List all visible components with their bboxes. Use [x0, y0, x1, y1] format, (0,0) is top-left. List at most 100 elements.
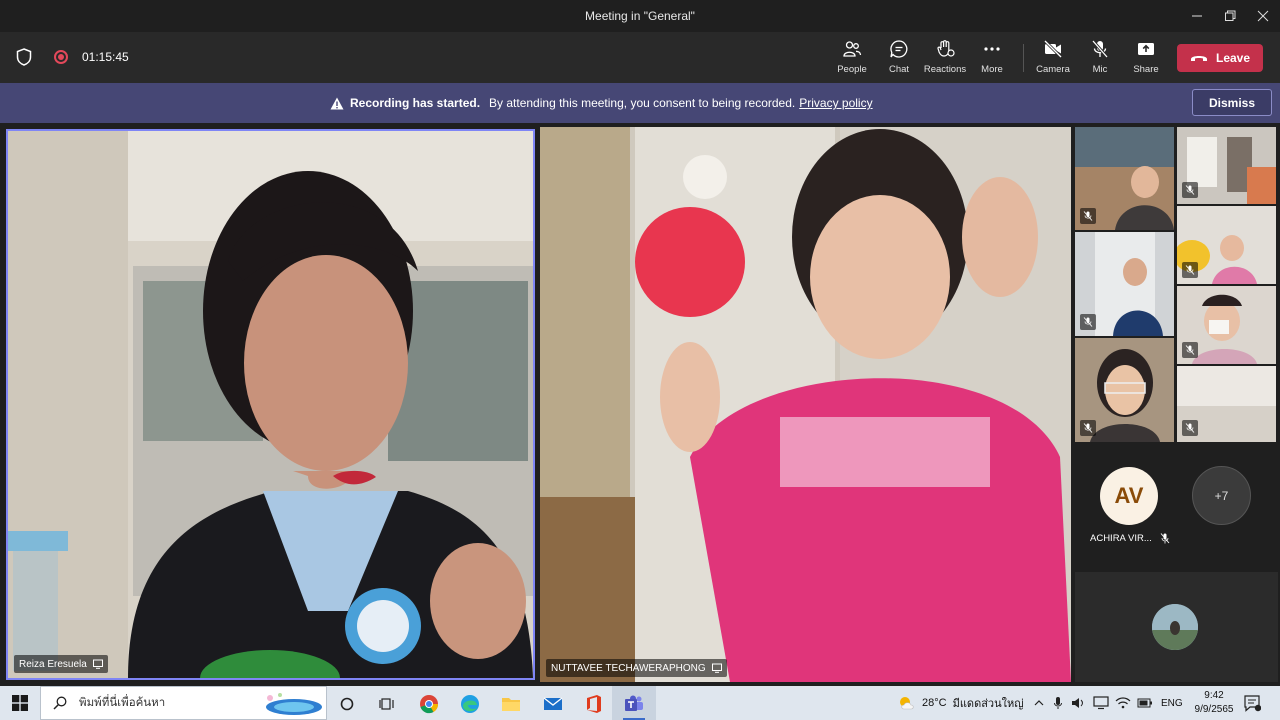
- teams-app[interactable]: [617, 690, 651, 720]
- volume-icon[interactable]: [1071, 696, 1087, 710]
- cortana-button[interactable]: [330, 690, 364, 718]
- muted-indicator: [1182, 342, 1198, 358]
- participant-avatar[interactable]: AV: [1100, 467, 1158, 525]
- reactions-label: Reactions: [923, 64, 967, 75]
- participant-name: Reiza Eresuela: [19, 658, 87, 670]
- edge-icon: [461, 695, 479, 713]
- muted-indicator: [1182, 420, 1198, 436]
- camera-off-icon: [1043, 39, 1063, 59]
- meeting-toolbar: 01:15:45 People Chat Reactions More Came…: [0, 32, 1280, 83]
- screen-icon: [92, 659, 103, 669]
- windows-logo-icon: [12, 695, 28, 711]
- dismiss-button[interactable]: Dismiss: [1192, 89, 1272, 116]
- more-icon: [984, 47, 1000, 51]
- share-button[interactable]: Share: [1121, 39, 1171, 79]
- battery-icon[interactable]: [1137, 697, 1153, 709]
- mic-off-icon: [1091, 40, 1109, 58]
- self-avatar[interactable]: [1152, 604, 1198, 650]
- gallery-video-tile[interactable]: [1177, 127, 1276, 204]
- taskbar-search[interactable]: พิมพ์ที่นี่เพื่อค้นหา: [40, 686, 327, 720]
- mic-off-icon: [1083, 423, 1093, 433]
- clock-time: 9:42: [1204, 690, 1224, 701]
- microphone-icon[interactable]: [1053, 696, 1063, 710]
- gallery-video-tile[interactable]: [1075, 232, 1174, 336]
- maximize-button[interactable]: [1213, 0, 1247, 32]
- edge-app[interactable]: [453, 690, 487, 718]
- privacy-policy-link[interactable]: Privacy policy: [799, 96, 872, 110]
- start-button[interactable]: [0, 686, 40, 720]
- more-button[interactable]: More: [967, 39, 1017, 79]
- task-view-button[interactable]: [370, 690, 404, 718]
- clock-date: 9/9/2565: [1194, 704, 1234, 715]
- more-participants-button[interactable]: +7: [1192, 466, 1251, 525]
- participant-name: NUTTAVEE TECHAWERAPHONG: [551, 662, 706, 674]
- participant-video: [8, 131, 533, 678]
- system-tray: ENG: [1033, 686, 1183, 720]
- task-view-icon: [379, 698, 394, 710]
- title-bar: Meeting in "General": [0, 0, 1280, 32]
- muted-indicator: [1080, 420, 1096, 436]
- recording-icon: [54, 50, 68, 64]
- camera-button[interactable]: Camera: [1028, 39, 1078, 79]
- minimize-button[interactable]: [1180, 0, 1214, 32]
- chrome-app[interactable]: [412, 690, 446, 718]
- self-avatar-photo: [1152, 604, 1198, 650]
- recording-consent-text: By attending this meeting, you consent t…: [489, 96, 796, 110]
- search-highlight-illustration: [266, 693, 322, 715]
- mic-off-icon: [1083, 317, 1093, 327]
- mic-off-icon: [1160, 533, 1170, 544]
- screen-icon: [711, 663, 722, 673]
- teams-meeting-window: Meeting in "General" 01:15:45 People Cha…: [0, 0, 1280, 720]
- people-button[interactable]: People: [827, 39, 877, 79]
- gallery-video-tile[interactable]: [1075, 338, 1174, 442]
- mic-off-icon: [1083, 211, 1093, 221]
- notification-icon[interactable]: [1243, 694, 1261, 712]
- gallery-video-tile[interactable]: [1177, 366, 1276, 442]
- file-explorer-app[interactable]: [494, 690, 528, 718]
- display-icon[interactable]: [1093, 696, 1109, 710]
- office-app[interactable]: [577, 690, 611, 718]
- phone-hangup-icon: [1190, 56, 1207, 61]
- restore-icon: [1225, 10, 1236, 21]
- gallery-video-tile[interactable]: [1177, 286, 1276, 364]
- recording-message: Recording has started. By attending this…: [330, 96, 873, 110]
- chat-label: Chat: [888, 64, 910, 75]
- chat-button[interactable]: Chat: [874, 39, 924, 79]
- participant-video-tile[interactable]: Reiza Eresuela: [6, 129, 535, 680]
- taskbar-clock[interactable]: 9:42 9/9/2565: [1190, 689, 1238, 717]
- leave-label: Leave: [1215, 51, 1251, 65]
- mic-off-icon: [1185, 423, 1195, 433]
- close-button[interactable]: [1246, 0, 1280, 32]
- windows-taskbar: พิมพ์ที่นี่เพื่อค้นหา 28°C มีแดดส่วนใหญ่…: [0, 686, 1280, 720]
- participant-video: [540, 127, 1071, 682]
- avatar-participant-name: ACHIRA VIR...: [1090, 533, 1170, 544]
- chevron-up-icon[interactable]: [1033, 698, 1045, 708]
- shield-icon[interactable]: [14, 46, 34, 68]
- chat-icon: [890, 40, 908, 58]
- share-icon: [1138, 43, 1154, 55]
- participant-name-tag: Reiza Eresuela: [14, 655, 108, 673]
- mic-off-icon: [1185, 185, 1195, 195]
- meeting-status: 01:15:45: [14, 46, 129, 68]
- wifi-icon[interactable]: [1115, 696, 1131, 710]
- reactions-button[interactable]: Reactions: [920, 39, 970, 79]
- gallery-video-tile[interactable]: [1177, 206, 1276, 284]
- window-title: Meeting in "General": [585, 9, 695, 23]
- input-language[interactable]: ENG: [1161, 698, 1183, 709]
- weather-widget[interactable]: 28°C มีแดดส่วนใหญ่: [898, 686, 1024, 720]
- toolbar-divider: [1023, 44, 1024, 72]
- mic-button[interactable]: Mic: [1075, 39, 1125, 79]
- people-label: People: [837, 64, 867, 75]
- mic-off-icon: [1185, 345, 1195, 355]
- leave-button[interactable]: Leave: [1177, 44, 1263, 72]
- cortana-icon: [340, 697, 354, 711]
- mic-label: Mic: [1092, 64, 1108, 75]
- participant-video-tile[interactable]: NUTTAVEE TECHAWERAPHONG: [540, 127, 1071, 682]
- close-icon: [1257, 10, 1269, 22]
- muted-indicator: [1080, 208, 1096, 224]
- mail-app[interactable]: [536, 690, 570, 718]
- reactions-icon: [937, 40, 955, 57]
- gallery-video-tile[interactable]: [1075, 127, 1174, 230]
- people-icon: [843, 41, 862, 57]
- meeting-timer: 01:15:45: [82, 50, 129, 64]
